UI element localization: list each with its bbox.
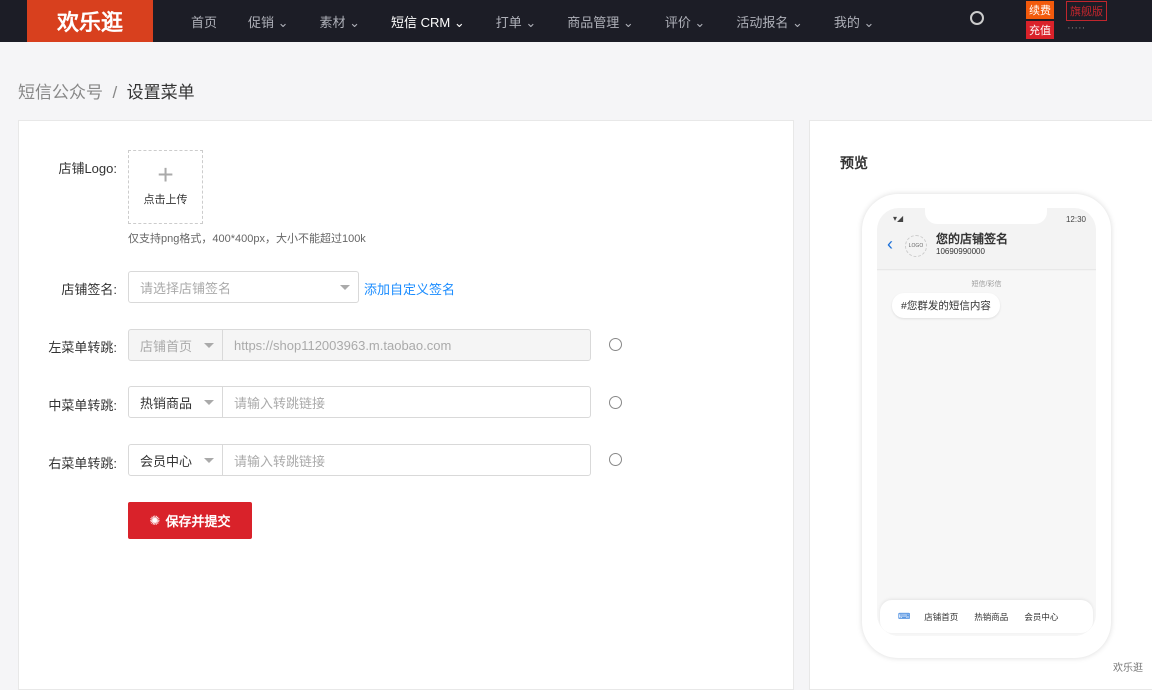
left-type-value: 店铺首页 xyxy=(140,338,193,354)
mid-type-select[interactable]: 热销商品 xyxy=(128,386,223,418)
target-icon[interactable] xyxy=(609,338,622,351)
preview-sign: 您的店铺签名 xyxy=(936,232,1009,246)
chevron-down-icon xyxy=(204,400,214,410)
add-sign-link[interactable]: 添加自定义签名 xyxy=(364,279,455,298)
upload-label: 点击上传 xyxy=(143,194,188,206)
back-icon: ‹ xyxy=(887,234,893,254)
right-type-value: 会员中心 xyxy=(140,453,193,469)
phone-menu: ⌨ 店铺首页 热销商品 会员中心 xyxy=(880,600,1093,633)
phone-notch xyxy=(925,208,1047,224)
menu-item: 会员中心 xyxy=(1024,611,1059,622)
nav-promo[interactable]: 促销 ⌄ xyxy=(248,12,289,31)
top-nav: 欢乐逛 首页 促销 ⌄ 素材 ⌄ 短信 CRM ⌄ 打单 ⌄ 商品管理 ⌄ 评价… xyxy=(0,0,1152,42)
sign-placeholder: 请选择店铺签名 xyxy=(140,280,232,296)
renew-badge[interactable]: 续费 xyxy=(1026,1,1054,19)
chevron-down-icon xyxy=(204,343,214,353)
sign-label: 店铺签名: xyxy=(61,282,117,297)
chevron-down-icon xyxy=(340,285,350,295)
watermark: 欢乐逛 xyxy=(1113,663,1143,674)
message-bubble: #您群发的短信内容 xyxy=(892,293,1000,318)
logo-label: 店铺Logo: xyxy=(58,161,117,176)
nav-material[interactable]: 素材 ⌄ xyxy=(320,12,361,31)
left-type-select[interactable]: 店铺首页 xyxy=(128,329,223,361)
sign-select[interactable]: 请选择店铺签名 xyxy=(128,271,359,303)
upload-hint: 仅支持png格式，400*400px，大小不能超过100k xyxy=(128,233,366,245)
nav-crm[interactable]: 短信 CRM ⌄ xyxy=(391,12,465,31)
phone-mockup: ▾◢ 12:30 ‹ LOGO 您的店铺签名 10690990000 短信/彩信… xyxy=(862,194,1111,658)
signal-icon: ▾◢ xyxy=(893,214,904,223)
preview-number: 10690990000 xyxy=(936,247,985,256)
phone-time: 12:30 xyxy=(1065,215,1086,224)
nav-mine[interactable]: 我的 ⌄ xyxy=(834,12,875,31)
left-url-input[interactable]: https://shop112003963.m.taobao.com xyxy=(222,329,591,361)
chevron-down-icon xyxy=(204,458,214,468)
right-type-select[interactable]: 会员中心 xyxy=(128,444,223,476)
plus-icon: + xyxy=(157,159,174,190)
mid-type-value: 热销商品 xyxy=(140,395,193,411)
keyboard-icon: ⌨ xyxy=(898,611,911,621)
nav-print[interactable]: 打单 ⌄ xyxy=(496,12,537,31)
message-type: 短信/彩信 xyxy=(971,281,1002,288)
upload-button[interactable]: + 点击上传 xyxy=(128,150,203,224)
save-submit-button[interactable]: ✺ 保存并提交 xyxy=(128,502,252,539)
right-menu-label: 右菜单转跳: xyxy=(48,456,117,471)
target-icon[interactable] xyxy=(609,453,622,466)
flagship-badge: 旗舰版 xyxy=(1066,1,1107,21)
recharge-badge[interactable]: 充值 xyxy=(1026,21,1054,39)
target-icon[interactable] xyxy=(609,396,622,409)
search-icon[interactable] xyxy=(970,11,984,25)
breadcrumb-current: 设置菜单 xyxy=(126,83,195,102)
nav-activity[interactable]: 活动报名 ⌄ xyxy=(736,12,803,31)
nav-home[interactable]: 首页 xyxy=(191,12,217,31)
breadcrumb-parent[interactable]: 短信公众号 xyxy=(18,83,103,102)
breadcrumb: 短信公众号 / 设置菜单 xyxy=(18,78,195,103)
logo-placeholder: LOGO xyxy=(905,235,927,257)
nav-review[interactable]: 评价 ⌄ xyxy=(665,12,706,31)
right-url-input[interactable]: 请输入转跳链接 xyxy=(222,444,591,476)
preview-title: 预览 xyxy=(840,155,868,171)
menu-item: 热销商品 xyxy=(974,611,1009,622)
breadcrumb-sep: / xyxy=(112,83,118,102)
mid-url-input[interactable]: 请输入转跳链接 xyxy=(222,386,591,418)
mid-menu-label: 中菜单转跳: xyxy=(48,398,117,413)
user-name[interactable]: ····· xyxy=(1064,21,1088,35)
submit-label: 保存并提交 xyxy=(165,514,231,529)
menu-item: 店铺首页 xyxy=(924,611,959,622)
left-menu-label: 左菜单转跳: xyxy=(48,340,117,355)
brand-logo[interactable]: 欢乐逛 xyxy=(27,0,153,42)
loading-spinner-icon: ✺ xyxy=(149,512,161,528)
nav-goods[interactable]: 商品管理 ⌄ xyxy=(567,12,634,31)
